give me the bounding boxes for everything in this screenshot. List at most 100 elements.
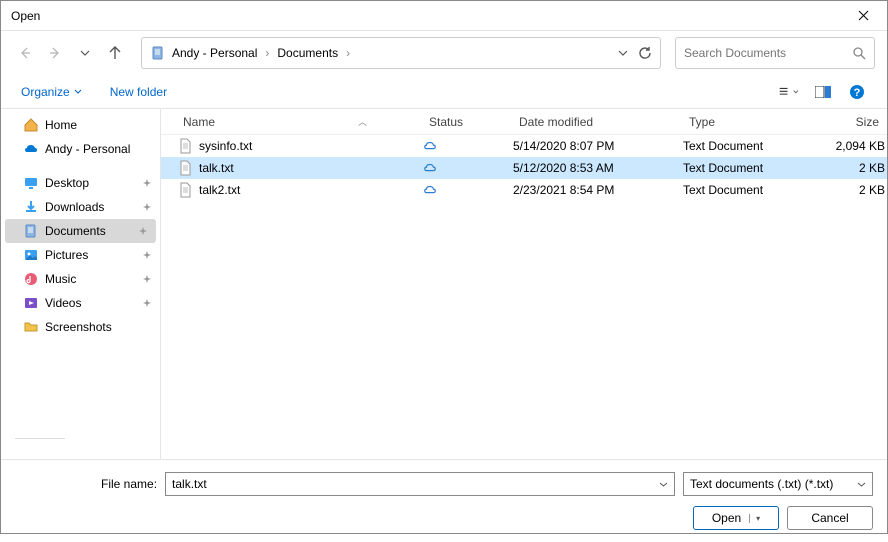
sidebar-item-label: Home bbox=[45, 118, 77, 132]
sidebar: Home Andy - Personal Desktop Downloads Docu… bbox=[1, 109, 161, 459]
pictures-icon bbox=[23, 247, 39, 263]
sidebar-item-label: Music bbox=[45, 272, 76, 286]
column-date[interactable]: Date modified bbox=[513, 115, 683, 129]
organize-button[interactable]: Organize bbox=[21, 85, 82, 99]
column-type[interactable]: Type bbox=[683, 115, 813, 129]
column-name[interactable]: Name︿ bbox=[177, 115, 423, 129]
arrow-right-icon bbox=[48, 46, 62, 60]
pin-icon bbox=[138, 226, 148, 236]
refresh-icon[interactable] bbox=[638, 46, 652, 60]
file-name: talk2.txt bbox=[199, 183, 423, 197]
sidebar-item-label: Desktop bbox=[45, 176, 89, 190]
file-icon bbox=[177, 138, 193, 154]
chevron-down-icon bbox=[793, 88, 799, 96]
close-button[interactable] bbox=[849, 2, 877, 30]
sidebar-item-home[interactable]: Home bbox=[1, 113, 160, 137]
file-size: 2 KB bbox=[813, 183, 885, 197]
search-input-container[interactable] bbox=[675, 37, 875, 69]
file-status bbox=[423, 183, 513, 197]
preview-pane-icon bbox=[815, 86, 831, 98]
sidebar-item-label: Videos bbox=[45, 296, 81, 310]
sidebar-item-andy---personal[interactable]: Andy - Personal bbox=[1, 137, 160, 161]
view-mode-button[interactable] bbox=[779, 82, 799, 102]
column-status[interactable]: Status bbox=[423, 115, 513, 129]
home-icon bbox=[23, 117, 39, 133]
split-chevron-icon[interactable]: ▾ bbox=[749, 514, 760, 523]
pin-icon bbox=[142, 202, 152, 212]
help-icon: ? bbox=[849, 84, 865, 100]
file-icon bbox=[177, 160, 193, 176]
documents-location-icon bbox=[150, 45, 166, 61]
file-list: Name︿ Status Date modified Type Size sys… bbox=[161, 109, 887, 459]
sidebar-item-screenshots[interactable]: Screenshots bbox=[1, 315, 160, 339]
file-type-filter[interactable]: Text documents (.txt) (*.txt) bbox=[683, 472, 873, 496]
pin-icon bbox=[142, 178, 152, 188]
column-headers: Name︿ Status Date modified Type Size bbox=[161, 109, 887, 135]
sidebar-item-downloads[interactable]: Downloads bbox=[1, 195, 160, 219]
search-icon bbox=[852, 46, 866, 60]
sidebar-item-desktop[interactable]: Desktop bbox=[1, 171, 160, 195]
preview-pane-button[interactable] bbox=[813, 82, 833, 102]
back-button[interactable] bbox=[13, 41, 37, 65]
address-bar[interactable]: Andy - Personal › Documents › bbox=[141, 37, 661, 69]
videos-icon bbox=[23, 295, 39, 311]
documents-icon bbox=[23, 223, 39, 239]
sidebar-item-pictures[interactable]: Pictures bbox=[1, 243, 160, 267]
sort-indicator-icon: ︿ bbox=[358, 115, 367, 128]
search-input[interactable] bbox=[684, 46, 852, 60]
file-row[interactable]: talk.txt5/12/2020 8:53 AMText Document2 … bbox=[161, 157, 887, 179]
arrow-up-icon bbox=[108, 46, 122, 60]
filename-label: File name: bbox=[101, 477, 157, 491]
file-row[interactable]: sysinfo.txt 5/14/2020 8:07 PMText Documen… bbox=[161, 135, 887, 157]
filter-label: Text documents (.txt) (*.txt) bbox=[690, 477, 833, 491]
pin-icon bbox=[142, 250, 152, 260]
music-icon bbox=[23, 271, 39, 287]
file-date: 5/12/2020 8:53 AM bbox=[513, 161, 683, 175]
sidebar-item-music[interactable]: Music bbox=[1, 267, 160, 291]
pin-icon bbox=[142, 274, 152, 284]
filename-combobox[interactable] bbox=[165, 472, 675, 496]
file-name: sysinfo.txt bbox=[199, 139, 423, 153]
chevron-down-icon[interactable] bbox=[659, 480, 668, 489]
svg-text:?: ? bbox=[854, 87, 861, 99]
organize-label: Organize bbox=[21, 85, 70, 99]
sidebar-item-videos[interactable]: Videos bbox=[1, 291, 160, 315]
chevron-right-icon: › bbox=[265, 46, 269, 60]
folder-icon bbox=[23, 319, 39, 335]
chevron-down-icon[interactable] bbox=[618, 48, 628, 58]
help-button[interactable]: ? bbox=[847, 82, 867, 102]
file-type: Text Document bbox=[683, 183, 813, 197]
cancel-button[interactable]: Cancel bbox=[787, 506, 873, 530]
file-type: Text Document bbox=[683, 139, 813, 153]
forward-button[interactable] bbox=[43, 41, 67, 65]
chevron-down-icon bbox=[80, 48, 90, 58]
file-size: 2,094 KB bbox=[813, 139, 885, 153]
file-date: 2/23/2021 8:54 PM bbox=[513, 183, 683, 197]
onedrive-icon bbox=[23, 141, 39, 157]
new-folder-label: New folder bbox=[110, 85, 167, 99]
column-size[interactable]: Size bbox=[813, 115, 885, 129]
file-type: Text Document bbox=[683, 161, 813, 175]
sidebar-item-label: Downloads bbox=[45, 200, 104, 214]
open-button[interactable]: Open▾ bbox=[693, 506, 779, 530]
pin-icon bbox=[142, 298, 152, 308]
file-row[interactable]: talk2.txt 2/23/2021 8:54 PMText Document2… bbox=[161, 179, 887, 201]
file-name: talk.txt bbox=[199, 161, 423, 175]
sidebar-item-documents[interactable]: Documents bbox=[5, 219, 156, 243]
recent-dropdown[interactable] bbox=[73, 41, 97, 65]
chevron-right-icon: › bbox=[346, 46, 350, 60]
up-button[interactable] bbox=[103, 41, 127, 65]
sidebar-item-label: Documents bbox=[45, 224, 106, 238]
file-date: 5/14/2020 8:07 PM bbox=[513, 139, 683, 153]
file-icon bbox=[177, 182, 193, 198]
chevron-down-icon bbox=[74, 88, 82, 96]
file-status bbox=[423, 161, 513, 175]
filename-input[interactable] bbox=[172, 477, 659, 491]
sidebar-item-label: Pictures bbox=[45, 248, 88, 262]
list-view-icon bbox=[779, 85, 790, 99]
new-folder-button[interactable]: New folder bbox=[110, 85, 167, 99]
breadcrumb-segment[interactable]: Documents bbox=[277, 46, 338, 60]
chevron-down-icon bbox=[857, 480, 866, 489]
breadcrumb-segment[interactable]: Andy - Personal bbox=[172, 46, 257, 60]
downloads-icon bbox=[23, 199, 39, 215]
